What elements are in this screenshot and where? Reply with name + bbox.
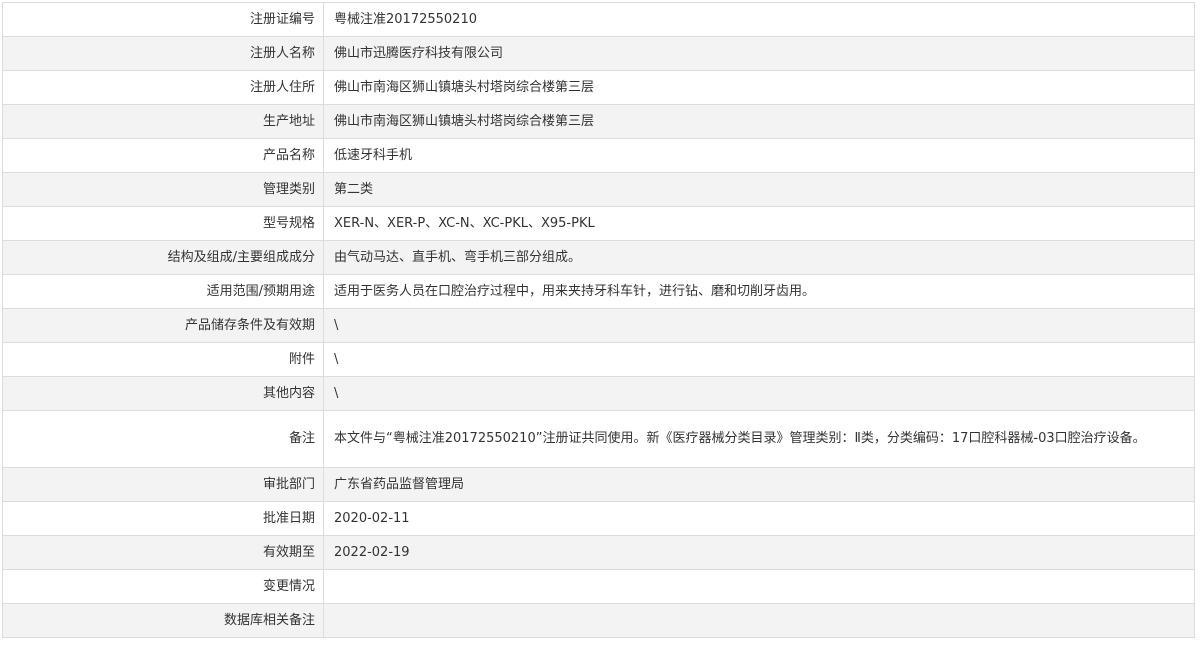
- table-row-change-status: 变更情况: [2, 569, 1195, 604]
- table-row-other-content: 其他内容 \: [2, 376, 1195, 411]
- remarks-value: 本文件与“粤械注准20172550210”注册证共同使用。新《医疗器械分类目录》…: [323, 410, 1195, 468]
- intended-use-label: 适用范围/预期用途: [2, 274, 324, 309]
- table-row-management-class: 管理类别 第二类: [2, 172, 1195, 207]
- change-status-label: 变更情况: [2, 569, 324, 604]
- valid-until-value: 2022-02-19: [323, 535, 1195, 570]
- other-content-label: 其他内容: [2, 376, 324, 411]
- registration-number-value: 粤械注准20172550210: [323, 2, 1195, 37]
- other-content-value: \: [323, 376, 1195, 411]
- management-class-label: 管理类别: [2, 172, 324, 207]
- management-class-value: 第二类: [323, 172, 1195, 207]
- product-name-label: 产品名称: [2, 138, 324, 173]
- remarks-label: 备注: [2, 410, 324, 468]
- registrant-address-label: 注册人住所: [2, 70, 324, 105]
- structure-composition-label: 结构及组成/主要组成成分: [2, 240, 324, 275]
- change-status-value: [323, 569, 1195, 604]
- attachments-value: \: [323, 342, 1195, 377]
- table-row-approval-date: 批准日期 2020-02-11: [2, 501, 1195, 536]
- table-row-registration-number: 注册证编号 粤械注准20172550210: [2, 2, 1195, 37]
- structure-composition-value: 由气动马达、直手机、弯手机三部分组成。: [323, 240, 1195, 275]
- table-row-model-spec: 型号规格 XER-N、XER-P、XC-N、XC-PKL、X95-PKL: [2, 206, 1195, 241]
- storage-conditions-label: 产品储存条件及有效期: [2, 308, 324, 343]
- storage-conditions-value: \: [323, 308, 1195, 343]
- model-spec-label: 型号规格: [2, 206, 324, 241]
- database-remarks-label: 数据库相关备注: [2, 603, 324, 638]
- table-row-product-name: 产品名称 低速牙科手机: [2, 138, 1195, 173]
- model-spec-value: XER-N、XER-P、XC-N、XC-PKL、X95-PKL: [323, 206, 1195, 241]
- production-address-label: 生产地址: [2, 104, 324, 139]
- table-row-registrant-address: 注册人住所 佛山市南海区狮山镇塘头村塔岗综合楼第三层: [2, 70, 1195, 105]
- approval-date-label: 批准日期: [2, 501, 324, 536]
- table-row-attachments: 附件 \: [2, 342, 1195, 377]
- table-row-remarks: 备注 本文件与“粤械注准20172550210”注册证共同使用。新《医疗器械分类…: [2, 410, 1195, 468]
- table-row-storage-conditions: 产品储存条件及有效期 \: [2, 308, 1195, 343]
- registration-detail-table: 注册证编号 粤械注准20172550210 注册人名称 佛山市迅腾医疗科技有限公…: [2, 2, 1195, 638]
- approval-department-label: 审批部门: [2, 467, 324, 502]
- database-remarks-value: [323, 603, 1195, 638]
- table-row-intended-use: 适用范围/预期用途 适用于医务人员在口腔治疗过程中，用来夹持牙科车针，进行钻、磨…: [2, 274, 1195, 309]
- attachments-label: 附件: [2, 342, 324, 377]
- intended-use-value: 适用于医务人员在口腔治疗过程中，用来夹持牙科车针，进行钻、磨和切削牙齿用。: [323, 274, 1195, 309]
- production-address-value: 佛山市南海区狮山镇塘头村塔岗综合楼第三层: [323, 104, 1195, 139]
- registrant-name-label: 注册人名称: [2, 36, 324, 71]
- table-row-structure-composition: 结构及组成/主要组成成分 由气动马达、直手机、弯手机三部分组成。: [2, 240, 1195, 275]
- registrant-name-value: 佛山市迅腾医疗科技有限公司: [323, 36, 1195, 71]
- table-row-registrant-name: 注册人名称 佛山市迅腾医疗科技有限公司: [2, 36, 1195, 71]
- registrant-address-value: 佛山市南海区狮山镇塘头村塔岗综合楼第三层: [323, 70, 1195, 105]
- approval-date-value: 2020-02-11: [323, 501, 1195, 536]
- registration-number-label: 注册证编号: [2, 2, 324, 37]
- table-row-database-remarks: 数据库相关备注: [2, 603, 1195, 638]
- table-row-valid-until: 有效期至 2022-02-19: [2, 535, 1195, 570]
- table-row-production-address: 生产地址 佛山市南海区狮山镇塘头村塔岗综合楼第三层: [2, 104, 1195, 139]
- table-row-approval-department: 审批部门 广东省药品监督管理局: [2, 467, 1195, 502]
- valid-until-label: 有效期至: [2, 535, 324, 570]
- product-name-value: 低速牙科手机: [323, 138, 1195, 173]
- approval-department-value: 广东省药品监督管理局: [323, 467, 1195, 502]
